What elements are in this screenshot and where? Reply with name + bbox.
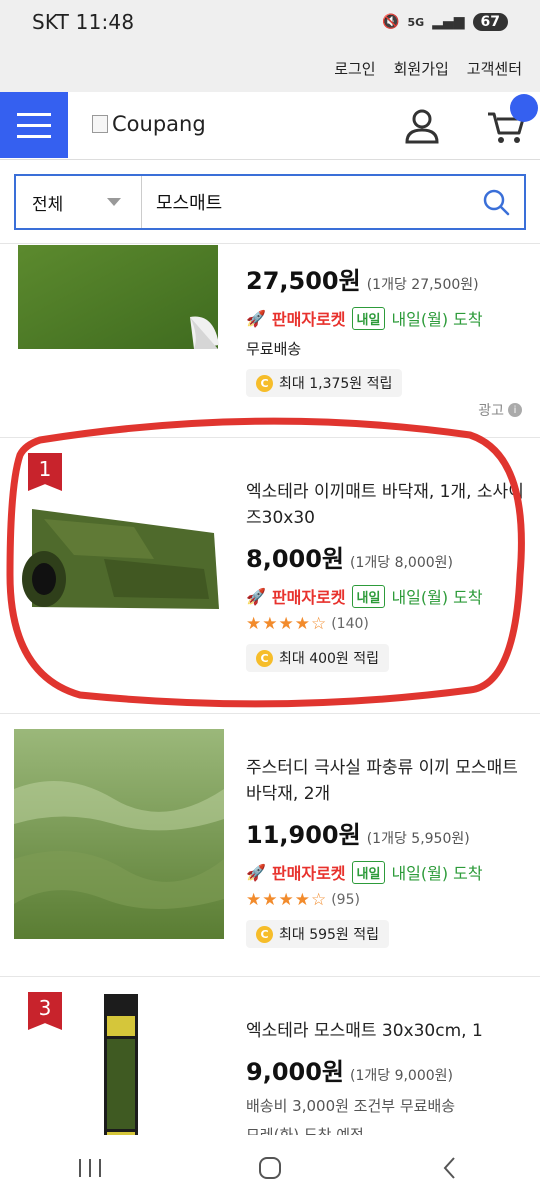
status-bar: SKT 11:48 🔇 5G ▂▄▆ 67 [0,0,540,44]
product-card[interactable]: 3 엑소테라 모스매트 30x30cm, 1 9,000원 (1개당 9,000… [0,978,540,1135]
customer-center-link[interactable]: 고객센터 [467,58,522,79]
menu-line [17,134,51,138]
signup-link[interactable]: 회원가입 [394,58,449,79]
seller-rocket-label: 판매자로켓 [271,588,346,607]
top-links-bar: 로그인 회원가입 고객센터 [0,44,540,92]
moss-mat-package-image [104,994,138,1135]
seller-rocket-label: 판매자로켓 [271,310,346,329]
network-5g-icon: 5G [407,15,425,29]
battery-indicator: 67 [472,13,508,31]
arrival-text: 내일(월) 도착 [391,310,483,329]
search-box: 전체 [14,174,526,230]
search-input[interactable] [142,176,468,228]
login-link[interactable]: 로그인 [334,58,375,79]
carrier-label: SKT [32,10,70,34]
arrival-text: 내일(월) 도착 [391,588,483,607]
recent-apps-icon[interactable] [77,1157,103,1179]
product-card[interactable]: 2 주스터디 극사실 파충류 이끼 모스매트 바닥재, 2개 11,900원 (… [0,715,540,977]
coin-icon: C [256,925,273,943]
shipping-text: 배송비 3,000원 조건부 무료배송 [246,1097,456,1115]
arrival-text: 모레(화) 도착 예정 [246,1126,364,1135]
mute-icon: 🔇 [382,14,400,30]
search-category-select[interactable]: 전체 [16,176,142,228]
search-button[interactable] [468,176,524,228]
product-name[interactable]: 엑소테라 모스매트 30x30cm, 1 [246,1018,526,1044]
home-icon[interactable] [257,1155,283,1181]
logo-alt-text: Coupang [112,112,206,136]
product-price: 9,000원 [246,1058,344,1086]
menu-line [17,112,51,116]
moss-mat-roll-image [22,509,219,609]
signal-icon: ▂▄▆ [432,14,465,30]
reward-badge: C 최대 595원 적립 [246,920,390,948]
arrival-text: 내일(월) 도착 [391,864,483,883]
shipping-text: 무료배송 [246,340,302,358]
coin-icon: C [256,374,273,392]
menu-line [17,123,51,127]
tomorrow-badge: 내일 [351,306,386,330]
faux-moss-image [14,729,224,939]
info-icon: i [508,403,522,417]
product-name[interactable]: 주스터디 극사실 파충류 이끼 모스매트 바닥재, 2개 [246,755,526,807]
cart-count-badge [510,94,538,122]
unit-price: (1개당 27,500원) [366,277,479,293]
tomorrow-badge: 내일 [351,584,386,608]
search-category-label: 전체 [32,194,64,215]
product-card[interactable]: 27,500원 (1개당 27,500원) 🚀 판매자로켓 내일 내일(월) 도… [0,245,540,438]
clock: 11:48 [75,10,135,34]
reward-text: 최대 400원 적립 [279,651,380,667]
product-thumbnail[interactable] [14,994,224,1135]
chevron-down-icon [107,198,121,206]
app-header: Coupang [0,92,540,160]
tomorrow-badge: 내일 [351,860,386,884]
reward-badge: C 최대 1,375원 적립 [246,369,403,397]
product-list: 27,500원 (1개당 27,500원) 🚀 판매자로켓 내일 내일(월) 도… [0,245,540,1135]
rocket-icon: 🚀 [246,586,266,606]
unit-price: (1개당 9,000원) [350,1068,454,1084]
coupang-logo[interactable]: Coupang [92,112,206,136]
product-price: 11,900원 [246,821,361,849]
reward-text: 최대 595원 적립 [279,927,380,943]
reward-badge: C 최대 400원 적립 [246,644,390,672]
rating-count: (95) [331,892,360,908]
coin-icon: C [256,649,273,667]
ad-label[interactable]: 광고 i [478,400,522,420]
product-price: 27,500원 [246,267,361,295]
rating-count: (140) [331,616,369,632]
hamburger-menu-button[interactable] [0,92,68,158]
unit-price: (1개당 5,950원) [366,831,470,847]
search-bar-section: 전체 [0,160,540,244]
product-name[interactable]: 엑소테라 이끼매트 바닥재, 1개, 소사이즈30x30 [246,479,526,531]
product-thumbnail[interactable] [14,245,224,375]
product-card[interactable]: 1 엑소테라 이끼매트 바닥재, 1개, 소사이즈30x30 8,000원 (1… [0,439,540,714]
unit-price: (1개당 8,000원) [350,555,454,571]
star-rating-icon: ★★★★☆ [246,890,328,910]
search-icon [483,189,510,216]
ad-text: 광고 [478,403,504,419]
rank-badge: 1 [28,453,62,491]
rocket-icon: 🚀 [246,308,266,328]
seller-rocket-label: 판매자로켓 [271,864,346,883]
rocket-icon: 🚀 [246,862,266,882]
product-price: 8,000원 [246,545,344,573]
star-rating-icon: ★★★★☆ [246,614,328,634]
back-icon[interactable] [437,1155,463,1181]
reward-text: 최대 1,375원 적립 [279,376,393,392]
product-thumbnail[interactable] [14,729,224,939]
grass-mat-image [18,245,219,349]
system-nav-bar [0,1135,540,1200]
user-account-icon[interactable] [402,106,442,146]
product-thumbnail[interactable] [14,489,224,619]
broken-image-icon [92,115,108,133]
